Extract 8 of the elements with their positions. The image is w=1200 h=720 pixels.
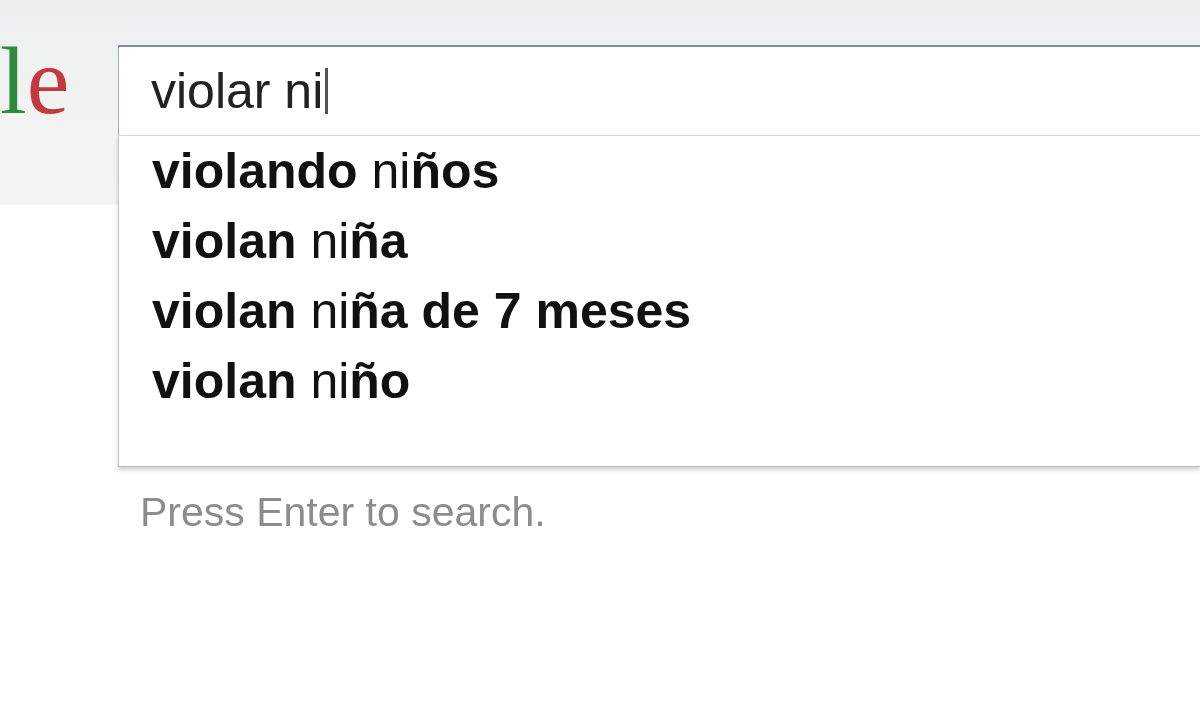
suggestion-item[interactable]: violan niño: [119, 346, 1200, 416]
suggestion-item[interactable]: violan niña de 7 meses: [119, 276, 1200, 346]
suggestion-item[interactable]: violan niña: [119, 206, 1200, 276]
hint-text: Press Enter to search.: [140, 488, 546, 536]
logo-text: le: [0, 33, 70, 129]
suggestion-item[interactable]: violando niños: [119, 136, 1200, 206]
text-cursor-icon: [325, 68, 329, 114]
search-field[interactable]: violar ni: [118, 45, 1200, 135]
